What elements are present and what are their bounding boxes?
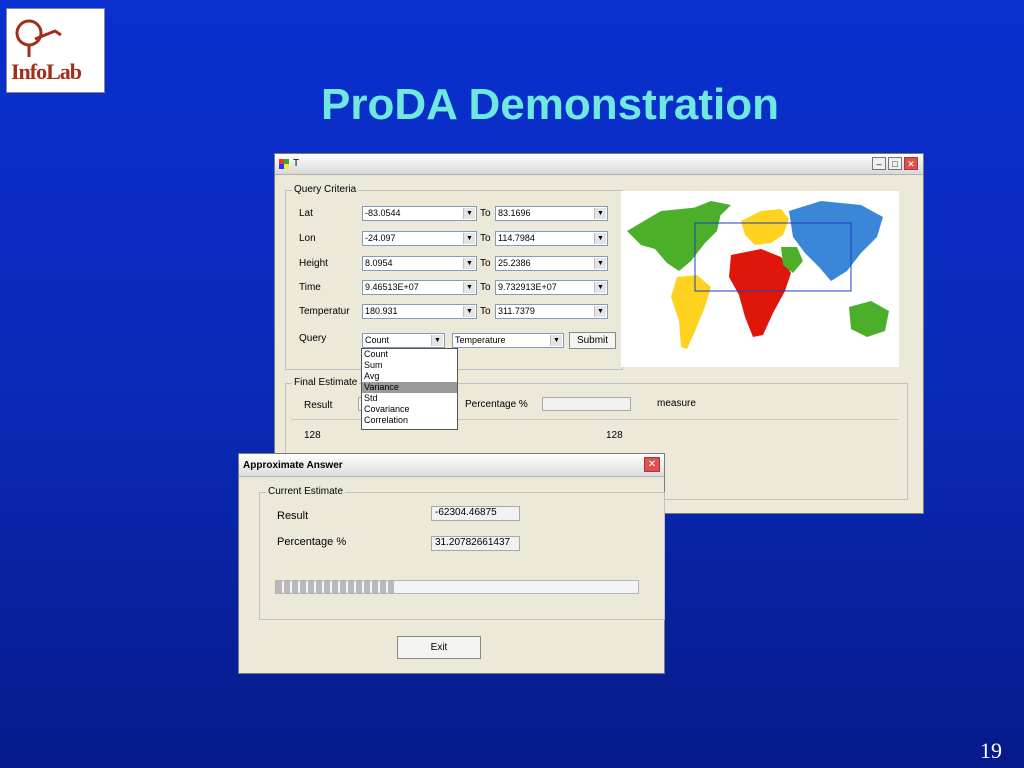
right-count: 128	[606, 430, 623, 441]
dropdown-option[interactable]: Covariance	[362, 404, 457, 415]
chevron-down-icon[interactable]: ▼	[463, 208, 475, 219]
criteria-label-2: Height	[299, 258, 328, 269]
chevron-down-icon[interactable]: ▼	[463, 306, 475, 317]
criteria-from-value: 9.46513E+07	[365, 282, 419, 292]
criteria-label-1: Lon	[299, 233, 316, 244]
world-map-graphic	[627, 201, 889, 349]
chevron-down-icon[interactable]: ▼	[463, 282, 475, 293]
chevron-down-icon[interactable]: ▼	[431, 335, 443, 346]
measure-label: measure	[657, 398, 696, 409]
criteria-from-value: 8.0954	[365, 258, 393, 268]
criteria-to-value: 83.1696	[498, 208, 531, 218]
criteria-to-select-0[interactable]: 83.1696 ▼	[495, 206, 608, 221]
slide-title: ProDA Demonstration	[321, 80, 779, 129]
query-criteria-legend: Query Criteria	[292, 184, 359, 195]
left-count: 128	[304, 430, 321, 441]
criteria-to-value: 114.7984	[498, 233, 535, 243]
dialog-result-field[interactable]: -62304.46875	[431, 506, 520, 521]
app-icon	[279, 159, 289, 169]
dropdown-option[interactable]: Sum	[362, 360, 457, 371]
criteria-from-value: -83.0544	[365, 208, 401, 218]
minimize-button[interactable]: –	[872, 157, 886, 170]
dialog-result-label: Result	[277, 510, 309, 522]
query-label: Query	[299, 333, 327, 344]
criteria-from-select-1[interactable]: -24.097 ▼	[362, 231, 477, 246]
chevron-down-icon[interactable]: ▼	[550, 335, 562, 346]
criteria-from-select-3[interactable]: 9.46513E+07 ▼	[362, 280, 477, 295]
chevron-down-icon[interactable]: ▼	[594, 208, 606, 219]
progress-bar	[275, 580, 639, 594]
dropdown-option[interactable]: Count	[362, 349, 457, 360]
query-function-select[interactable]: Count ▼	[362, 333, 445, 348]
dialog-percentage-label: Percentage %	[277, 536, 347, 548]
criteria-to-select-3[interactable]: 9.732913E+07 ▼	[495, 280, 608, 295]
criteria-from-select-2[interactable]: 8.0954 ▼	[362, 256, 477, 271]
criteria-from-select-0[interactable]: -83.0544 ▼	[362, 206, 477, 221]
dialog-titlebar[interactable]: Approximate Answer ✕	[239, 454, 664, 477]
dialog-title: Approximate Answer	[243, 460, 343, 471]
exit-button[interactable]: Exit	[397, 636, 481, 659]
chevron-down-icon[interactable]: ▼	[594, 258, 606, 269]
slide-number: 19	[980, 738, 1002, 763]
percentage-field[interactable]	[542, 397, 631, 411]
dialog-percentage-field[interactable]: 31.20782661437	[431, 536, 520, 551]
criteria-label-3: Time	[299, 282, 321, 293]
maximize-button[interactable]: □	[888, 157, 902, 170]
to-label: To	[480, 233, 491, 244]
current-estimate-legend: Current Estimate	[266, 486, 346, 497]
submit-button[interactable]: Submit	[569, 332, 616, 349]
criteria-label-4: Temperatur	[299, 306, 350, 317]
chevron-down-icon[interactable]: ▼	[463, 233, 475, 244]
dropdown-option[interactable]: Std	[362, 393, 457, 404]
dialog-close-button[interactable]: ✕	[644, 457, 660, 472]
final-estimate-legend: Final Estimate	[292, 377, 360, 388]
approximate-answer-dialog: Approximate Answer ✕ Current Estimate Re…	[238, 453, 665, 674]
criteria-to-value: 9.732913E+07	[498, 282, 557, 292]
dropdown-option[interactable]: Correlation	[362, 415, 457, 426]
criteria-to-value: 25.2386	[498, 258, 531, 268]
to-label: To	[480, 282, 491, 293]
dropdown-option[interactable]: Variance	[362, 382, 457, 393]
window-titlebar[interactable]: T – □ ✕	[275, 154, 923, 175]
criteria-from-select-4[interactable]: 180.931 ▼	[362, 304, 477, 319]
query-attribute-value: Temperature	[455, 335, 506, 345]
to-label: To	[480, 208, 491, 219]
window-title: T	[293, 158, 300, 169]
query-attribute-select[interactable]: Temperature ▼	[452, 333, 564, 348]
criteria-to-select-1[interactable]: 114.7984 ▼	[495, 231, 608, 246]
chevron-down-icon[interactable]: ▼	[463, 258, 475, 269]
criteria-label-0: Lat	[299, 208, 313, 219]
close-button[interactable]: ✕	[904, 157, 918, 170]
criteria-to-select-4[interactable]: 311.7379 ▼	[495, 304, 608, 319]
criteria-to-select-2[interactable]: 25.2386 ▼	[495, 256, 608, 271]
criteria-from-value: -24.097	[365, 233, 396, 243]
query-function-value: Count	[365, 335, 390, 345]
chevron-down-icon[interactable]: ▼	[594, 233, 606, 244]
to-label: To	[480, 306, 491, 317]
chevron-down-icon[interactable]: ▼	[594, 306, 606, 317]
chevron-down-icon[interactable]: ▼	[594, 282, 606, 293]
query-function-dropdown[interactable]: Count Sum Avg Variance Std Covariance Correlat…	[361, 348, 458, 430]
result-label: Result	[304, 400, 333, 411]
world-map[interactable]	[621, 191, 899, 367]
criteria-from-value: 180.931	[365, 306, 398, 316]
to-label: To	[480, 258, 491, 269]
criteria-to-value: 311.7379	[498, 306, 535, 316]
percentage-label: Percentage %	[465, 399, 528, 410]
dropdown-option[interactable]: Avg	[362, 371, 457, 382]
progress-fill	[276, 581, 396, 593]
